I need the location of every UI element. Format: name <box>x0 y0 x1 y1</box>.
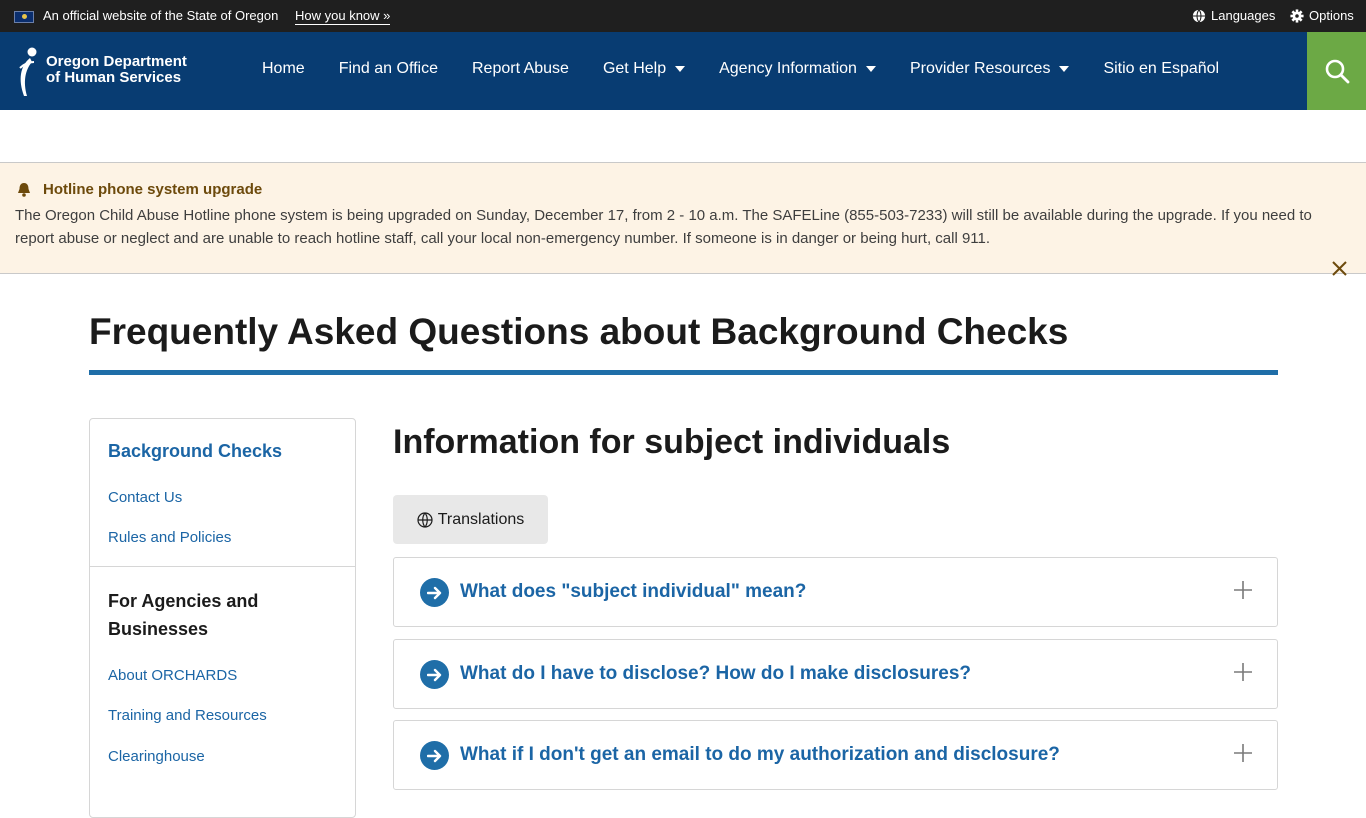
arrow-right-icon <box>420 741 449 770</box>
close-icon[interactable] <box>1331 260 1348 277</box>
nav-report-abuse[interactable]: Report Abuse <box>472 60 569 78</box>
caret-down-icon <box>1059 66 1070 72</box>
sidebar-divider <box>90 566 355 567</box>
oregon-flag-icon <box>14 11 34 23</box>
person-logo-icon <box>19 47 37 96</box>
alert-title: Hotline phone system upgrade <box>43 181 263 198</box>
faq-question: What do I have to disclose? How do I mak… <box>460 663 971 684</box>
nav-provider-resources-label: Provider Resources <box>909 60 1051 77</box>
sidebar-item-about-orchards[interactable]: About ORCHARDS <box>108 667 237 684</box>
title-divider <box>89 370 1278 375</box>
search-button[interactable] <box>1307 32 1366 110</box>
sidebar-subheading: For Agencies and Businesses <box>108 591 259 639</box>
plus-icon <box>1234 663 1252 681</box>
faq-accordion-item[interactable]: What do I have to disclose? How do I mak… <box>393 639 1278 709</box>
arrow-right-icon <box>420 660 449 689</box>
nav-report-abuse-label: Report Abuse <box>472 60 569 77</box>
nav-agency-information-label: Agency Information <box>719 60 857 77</box>
main-navigation: Oregon Department of Human Services Home… <box>0 32 1366 110</box>
plus-icon <box>1234 581 1252 599</box>
faq-question: What does "subject individual" mean? <box>460 581 807 602</box>
arrow-right-icon <box>420 578 449 607</box>
logo-wordmark: Oregon Department of Human Services <box>46 54 187 86</box>
official-website-text: An official website of the State of Oreg… <box>43 8 279 23</box>
caret-down-icon <box>675 66 686 72</box>
odhs-logo[interactable]: Oregon Department of Human Services <box>14 44 204 98</box>
nav-spanish-site-label: Sitio en Español <box>1103 60 1220 77</box>
faq-accordion-item[interactable]: What does "subject individual" mean? <box>393 557 1278 627</box>
options-button[interactable]: Options <box>1290 8 1354 23</box>
gear-icon <box>1290 8 1304 23</box>
logo-line-1: Oregon Department <box>46 53 187 70</box>
languages-label: Languages <box>1211 8 1276 23</box>
nav-menu: Home Find an Office Report Abuse Get Hel… <box>262 60 1253 78</box>
sidebar-item-rules-policies[interactable]: Rules and Policies <box>108 529 231 546</box>
bell-icon <box>18 183 30 197</box>
globe-icon <box>417 511 433 528</box>
globe-icon <box>1192 9 1206 22</box>
nav-find-office-label: Find an Office <box>338 60 438 77</box>
alert-message: The Oregon Child Abuse Hotline phone sys… <box>15 207 1312 247</box>
alert-banner: Hotline phone system upgrade The Oregon … <box>0 162 1366 277</box>
nav-agency-information[interactable]: Agency Information <box>719 60 876 78</box>
nav-get-help[interactable]: Get Help <box>602 60 686 78</box>
nav-get-help-label: Get Help <box>602 60 667 77</box>
options-label: Options <box>1309 8 1354 23</box>
faq-accordion-item[interactable]: What if I don't get an email to do my au… <box>393 720 1278 790</box>
official-banner: An official website of the State of Oreg… <box>0 0 1366 32</box>
search-icon <box>1325 59 1349 84</box>
page-title: Frequently Asked Questions about Backgro… <box>89 311 1069 352</box>
plus-icon <box>1234 744 1252 762</box>
nav-spanish-site[interactable]: Sitio en Español <box>1103 60 1219 78</box>
sidebar-nav: Background Checks Contact Us Rules and P… <box>89 418 356 818</box>
sidebar-item-contact-us[interactable]: Contact Us <box>108 489 182 506</box>
how-you-know-link[interactable]: How you know » <box>295 8 391 25</box>
sidebar-item-training-resources[interactable]: Training and Resources <box>108 707 267 724</box>
nav-provider-resources[interactable]: Provider Resources <box>910 60 1070 78</box>
logo-line-2: of Human Services <box>46 69 182 86</box>
nav-home[interactable]: Home <box>262 60 305 78</box>
nav-find-office[interactable]: Find an Office <box>339 60 438 78</box>
translations-label: Translations <box>437 510 525 528</box>
caret-down-icon <box>865 66 876 72</box>
sidebar-item-clearinghouse[interactable]: Clearinghouse <box>108 748 205 765</box>
sidebar-heading-link[interactable]: Background Checks <box>108 441 282 462</box>
languages-button[interactable]: Languages <box>1192 8 1275 23</box>
translations-button[interactable]: Translations <box>393 495 548 544</box>
section-heading: Information for subject individuals <box>393 423 951 461</box>
nav-home-label: Home <box>262 60 305 77</box>
faq-question: What if I don't get an email to do my au… <box>460 744 1060 765</box>
